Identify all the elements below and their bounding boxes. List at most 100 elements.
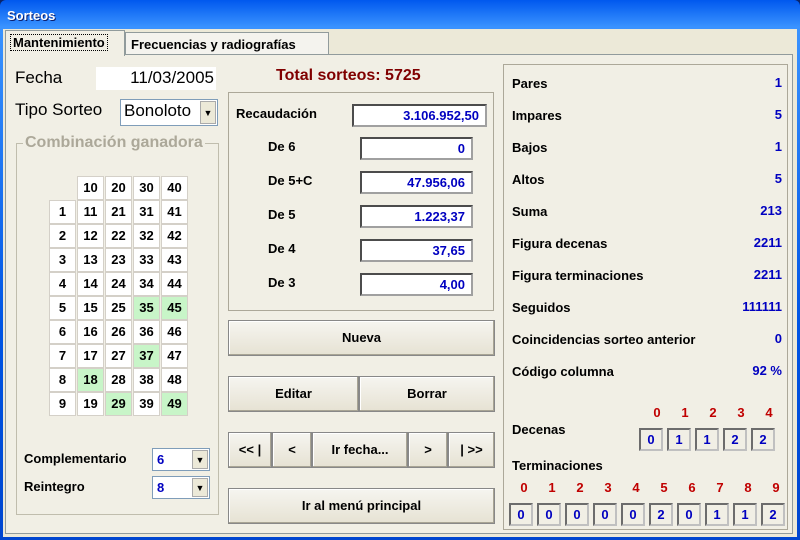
terminacion-count: 2	[649, 503, 673, 526]
prize-value[interactable]: 4,00	[360, 273, 473, 296]
grid-header-cell: 20	[105, 176, 132, 200]
prize-label: De 5+C	[268, 173, 313, 188]
grid-cell[interactable]: 47	[161, 344, 188, 368]
tab-label: Mantenimiento	[10, 34, 108, 51]
client-area: Mantenimiento Frecuencias y radiografías…	[3, 29, 797, 537]
tab-frecuencias[interactable]: Frecuencias y radiografías	[125, 32, 329, 55]
grid-cell[interactable]: 1	[49, 200, 76, 224]
prev-button[interactable]: <	[272, 432, 312, 468]
grid-cell[interactable]: 29	[105, 392, 132, 416]
tab-label: Frecuencias y radiografías	[131, 37, 296, 52]
grid-cell[interactable]: 11	[77, 200, 104, 224]
grid-cell[interactable]: 34	[133, 272, 160, 296]
grid-cell[interactable]: 46	[161, 320, 188, 344]
decena-digit: 4	[765, 405, 773, 420]
reintegro-select[interactable]: 8 ▼	[152, 476, 210, 499]
grid-cell[interactable]: 27	[105, 344, 132, 368]
grid-cell[interactable]: 45	[161, 296, 188, 320]
grid-cell[interactable]: 35	[133, 296, 160, 320]
grid-cell[interactable]: 4	[49, 272, 76, 296]
reintegro-label: Reintegro	[24, 479, 85, 494]
prize-label: De 6	[268, 139, 296, 154]
prize-label: De 4	[268, 241, 296, 256]
grid-cell[interactable]: 49	[161, 392, 188, 416]
grid-cell[interactable]: 43	[161, 248, 188, 272]
grid-cell[interactable]: 28	[105, 368, 132, 392]
grid-header-cell: 40	[161, 176, 188, 200]
editar-button[interactable]: Editar	[228, 376, 359, 412]
grid-cell[interactable]: 37	[133, 344, 160, 368]
tipo-sorteo-label: Tipo Sorteo	[15, 100, 103, 119]
grid-cell[interactable]: 14	[77, 272, 104, 296]
menu-principal-button[interactable]: Ir al menú principal	[228, 488, 495, 524]
grid-cell[interactable]: 39	[133, 392, 160, 416]
tipo-sorteo-select[interactable]: Bonoloto ▼	[120, 99, 218, 126]
grid-cell[interactable]: 8	[49, 368, 76, 392]
grid-cell[interactable]: 19	[77, 392, 104, 416]
stat-value: 111111	[742, 299, 782, 314]
decena-count: 1	[695, 428, 719, 451]
chevron-down-icon[interactable]: ▼	[200, 101, 216, 124]
terminacion-count: 0	[593, 503, 617, 526]
grid-cell[interactable]: 44	[161, 272, 188, 296]
grid-cell[interactable]: 13	[77, 248, 104, 272]
grid-cell[interactable]: 32	[133, 224, 160, 248]
decena-count: 0	[639, 428, 663, 451]
chevron-down-icon[interactable]: ▼	[192, 450, 208, 469]
grid-cell[interactable]: 16	[77, 320, 104, 344]
next-button[interactable]: >	[408, 432, 448, 468]
stat-label: Altos	[512, 172, 545, 187]
terminacion-count: 0	[537, 503, 561, 526]
grid-cell[interactable]: 18	[77, 368, 104, 392]
grid-cell[interactable]: 15	[77, 296, 104, 320]
last-button[interactable]: | >>	[448, 432, 495, 468]
grid-cell[interactable]: 24	[105, 272, 132, 296]
prize-value[interactable]: 1.223,37	[360, 205, 473, 228]
grid-cell[interactable]: 2	[49, 224, 76, 248]
reintegro-value: 8	[157, 480, 165, 495]
prize-value[interactable]: 47.956,06	[360, 171, 473, 194]
grid-cell[interactable]: 26	[105, 320, 132, 344]
complementario-select[interactable]: 6 ▼	[152, 448, 210, 471]
stat-value: 92 %	[752, 363, 782, 378]
stat-label: Seguidos	[512, 300, 571, 315]
grid-cell[interactable]: 36	[133, 320, 160, 344]
stat-label: Figura terminaciones	[512, 268, 644, 283]
stat-label: Impares	[512, 108, 562, 123]
grid-cell[interactable]: 42	[161, 224, 188, 248]
chevron-down-icon[interactable]: ▼	[192, 478, 208, 497]
grid-cell[interactable]: 22	[105, 224, 132, 248]
grid-cell[interactable]: 6	[49, 320, 76, 344]
stat-value: 1	[774, 75, 782, 90]
grid-cell[interactable]: 17	[77, 344, 104, 368]
grid-header-cell: 10	[77, 176, 104, 200]
decena-count: 2	[723, 428, 747, 451]
grid-cell[interactable]: 41	[161, 200, 188, 224]
grid-cell[interactable]: 31	[133, 200, 160, 224]
terminacion-digit: 9	[772, 480, 780, 495]
grid-cell[interactable]: 9	[49, 392, 76, 416]
borrar-button[interactable]: Borrar	[359, 376, 495, 412]
grid-cell[interactable]: 12	[77, 224, 104, 248]
prize-value[interactable]: 0	[360, 137, 473, 160]
ir-fecha-button[interactable]: Ir fecha...	[312, 432, 408, 468]
grid-cell[interactable]: 23	[105, 248, 132, 272]
grid-cell[interactable]: 7	[49, 344, 76, 368]
grid-cell[interactable]: 3	[49, 248, 76, 272]
nueva-button[interactable]: Nueva	[228, 320, 495, 356]
grid-cell[interactable]: 33	[133, 248, 160, 272]
grid-cell[interactable]: 38	[133, 368, 160, 392]
fecha-input[interactable]: 11/03/2005	[96, 67, 216, 90]
terminacion-count: 0	[509, 503, 533, 526]
grid-header-cell: 30	[133, 176, 160, 200]
prize-value[interactable]: 3.106.952,50	[352, 104, 487, 127]
tab-mantenimiento[interactable]: Mantenimiento	[5, 30, 125, 56]
prize-value[interactable]: 37,65	[360, 239, 473, 262]
total-sorteos: Total sorteos: 5725	[276, 67, 421, 84]
grid-cell[interactable]: 5	[49, 296, 76, 320]
first-button[interactable]: << |	[228, 432, 272, 468]
grid-cell[interactable]: 48	[161, 368, 188, 392]
terminacion-count: 1	[733, 503, 757, 526]
grid-cell[interactable]: 25	[105, 296, 132, 320]
grid-cell[interactable]: 21	[105, 200, 132, 224]
